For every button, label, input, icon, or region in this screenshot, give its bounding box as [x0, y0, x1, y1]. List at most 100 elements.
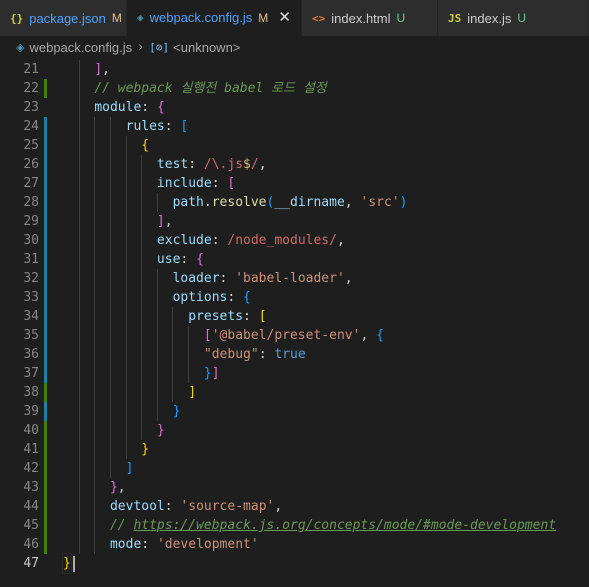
- code-line[interactable]: 29 ],: [0, 212, 589, 231]
- line-number: 31: [23, 252, 39, 267]
- token-bracket1: [: [258, 309, 267, 324]
- code-line[interactable]: 21 ],: [0, 60, 589, 79]
- code-text: exclude: /node_modules/,: [63, 231, 345, 250]
- code-line[interactable]: 28 path.resolve(__dirname, 'src'): [0, 193, 589, 212]
- file-type-icon: JS: [448, 11, 462, 25]
- git-added-marker[interactable]: [44, 459, 47, 478]
- token-punct: :: [180, 252, 197, 267]
- git-modified-marker[interactable]: [44, 117, 47, 136]
- token-punct: [63, 423, 157, 438]
- code-line[interactable]: 34 presets: [: [0, 307, 589, 326]
- token-link[interactable]: https://webpack.js.org/concepts/mode/#mo…: [133, 518, 556, 533]
- git-modified-marker[interactable]: [44, 212, 47, 231]
- git-added-marker[interactable]: [44, 440, 47, 459]
- breadcrumb-symbol[interactable]: <unknown>: [173, 40, 240, 55]
- git-modified-marker[interactable]: [44, 136, 47, 155]
- code-line[interactable]: 24 rules: [: [0, 117, 589, 136]
- git-added-marker[interactable]: [44, 497, 47, 516]
- token-bool: true: [274, 347, 306, 362]
- code-line[interactable]: 32 loader: 'babel-loader',: [0, 269, 589, 288]
- code-line[interactable]: 45 // https://webpack.js.org/concepts/mo…: [0, 516, 589, 535]
- tab-package-json[interactable]: {} package.json M: [0, 0, 127, 36]
- overview-ruler[interactable]: [574, 60, 588, 587]
- code-line[interactable]: 23 module: {: [0, 98, 589, 117]
- git-added-marker[interactable]: [44, 478, 47, 497]
- line-number: 33: [23, 290, 39, 305]
- breadcrumb-file[interactable]: webpack.config.js: [29, 40, 132, 55]
- token-punct: [63, 518, 110, 533]
- line-number: 43: [23, 480, 39, 495]
- code-text: ],: [63, 60, 110, 79]
- code-line[interactable]: 38 ]: [0, 383, 589, 402]
- git-modified-marker[interactable]: [44, 345, 47, 364]
- tab-webpack-config-js[interactable]: ◈ webpack.config.js M ✕: [127, 0, 302, 36]
- git-added-marker[interactable]: [44, 421, 47, 440]
- token-bracket1: }: [141, 442, 150, 457]
- git-modified-marker[interactable]: [44, 402, 47, 421]
- token-bracket2: {: [156, 100, 165, 115]
- token-punct: [63, 404, 173, 419]
- git-modified-marker[interactable]: [44, 326, 47, 345]
- git-added-marker[interactable]: [44, 79, 47, 98]
- token-punct: ,: [360, 328, 377, 343]
- code-text: options: {: [63, 288, 251, 307]
- code-text: mode: 'development': [63, 535, 259, 554]
- tab-index-js[interactable]: JS index.js U: [438, 0, 589, 36]
- git-added-marker[interactable]: [44, 383, 47, 402]
- token-punct: ,: [102, 62, 110, 77]
- token-bracket3: ): [399, 195, 408, 210]
- git-modified-marker[interactable]: [44, 269, 47, 288]
- tab-index-html[interactable]: <> index.html U: [302, 0, 438, 36]
- code-line[interactable]: 25 {: [0, 136, 589, 155]
- text-cursor: [73, 556, 75, 572]
- git-modified-marker[interactable]: [44, 307, 47, 326]
- token-bracket3: }: [203, 366, 212, 381]
- code-line[interactable]: 22 // webpack 실행전 babel 로드 설정: [0, 79, 589, 98]
- code-line[interactable]: 30 exclude: /node_modules/,: [0, 231, 589, 250]
- code-line[interactable]: 27 include: [: [0, 174, 589, 193]
- code-editor[interactable]: 21 ], 22 // webpack 실행전 babel 로드 설정 23 mod…: [0, 60, 589, 587]
- code-line[interactable]: 46 mode: 'development': [0, 535, 589, 554]
- code-line[interactable]: 35 ['@babel/preset-env', {: [0, 326, 589, 345]
- git-modified-marker[interactable]: [44, 231, 47, 250]
- git-modified-marker[interactable]: [44, 193, 47, 212]
- line-number: 24: [23, 119, 39, 134]
- token-var: path: [172, 195, 204, 210]
- git-modified-marker[interactable]: [44, 364, 47, 383]
- code-line[interactable]: 36 "debug": true: [0, 345, 589, 364]
- code-line[interactable]: 40 }: [0, 421, 589, 440]
- code-line[interactable]: 47}: [0, 553, 589, 574]
- git-modified-marker[interactable]: [44, 288, 47, 307]
- code-line[interactable]: 26 test: /\.js$/,: [0, 155, 589, 174]
- token-bracket1: {: [141, 138, 150, 153]
- token-prop: include: [156, 176, 212, 191]
- line-number: 25: [23, 138, 39, 153]
- git-modified-marker[interactable]: [44, 174, 47, 193]
- code-text: }]: [63, 364, 220, 383]
- code-text: loader: 'babel-loader',: [63, 269, 353, 288]
- close-icon[interactable]: ✕: [278, 8, 291, 26]
- line-number: 39: [23, 404, 39, 419]
- breadcrumb: ◈ webpack.config.js › [⊘] <unknown>: [0, 36, 589, 58]
- token-prop: use: [156, 252, 181, 267]
- token-prop: test: [156, 157, 189, 172]
- line-number: 26: [23, 157, 39, 172]
- token-bracket2: [: [227, 176, 236, 191]
- code-text: presets: [: [63, 307, 267, 326]
- git-modified-marker[interactable]: [44, 155, 47, 174]
- code-line[interactable]: 44 devtool: 'source-map',: [0, 497, 589, 516]
- code-line[interactable]: 37 }]: [0, 364, 589, 383]
- git-added-marker[interactable]: [44, 535, 47, 554]
- git-added-marker[interactable]: [44, 516, 47, 535]
- token-fn: resolve: [211, 195, 267, 210]
- token-punct: :: [219, 271, 236, 286]
- code-line[interactable]: 42 ]: [0, 459, 589, 478]
- code-line[interactable]: 41 }: [0, 440, 589, 459]
- code-line[interactable]: 43 },: [0, 478, 589, 497]
- code-line[interactable]: 31 use: {: [0, 250, 589, 269]
- git-modified-marker[interactable]: [44, 250, 47, 269]
- code-line[interactable]: 39 }: [0, 402, 589, 421]
- code-text: rules: [: [63, 117, 189, 136]
- code-line[interactable]: 33 options: {: [0, 288, 589, 307]
- token-punct: [63, 138, 141, 153]
